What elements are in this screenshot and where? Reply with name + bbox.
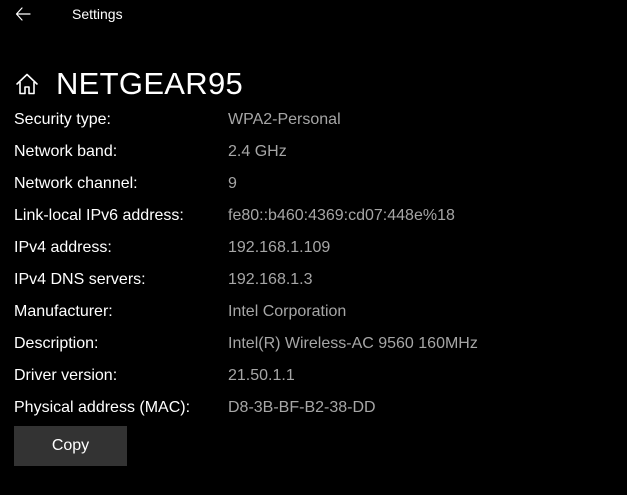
back-button[interactable] [8, 1, 38, 27]
property-label: Manufacturer: [14, 303, 113, 320]
property-value: 192.168.1.3 [228, 271, 313, 288]
property-value: D8-3B-BF-B2-38-DD [228, 399, 376, 416]
property-row-driver-version: Driver version: 21.50.1.1 [14, 360, 614, 392]
property-label: Description: [14, 335, 99, 352]
property-row-description: Description: Intel(R) Wireless-AC 9560 1… [14, 328, 614, 360]
property-row-physical-address: Physical address (MAC): D8-3B-BF-B2-38-D… [14, 392, 614, 424]
property-value: Intel Corporation [228, 303, 347, 320]
property-row-ipv4-address: IPv4 address: 192.168.1.109 [14, 232, 614, 264]
property-label: Network band: [14, 143, 118, 160]
property-label: Physical address (MAC): [14, 399, 191, 416]
property-value: WPA2-Personal [228, 111, 341, 128]
property-label: IPv4 DNS servers: [14, 271, 146, 288]
copy-button[interactable]: Copy [14, 426, 127, 466]
property-label: Link-local IPv6 address: [14, 207, 184, 224]
property-row-network-channel: Network channel: 9 [14, 168, 614, 200]
property-row-ipv6-address: Link-local IPv6 address: fe80::b460:4369… [14, 200, 614, 232]
property-value: 21.50.1.1 [228, 367, 295, 384]
home-icon [14, 71, 40, 97]
property-value: 9 [228, 175, 237, 192]
property-label: Driver version: [14, 367, 118, 384]
property-label: Security type: [14, 111, 111, 128]
network-properties-list: Security type: WPA2-Personal Network ban… [14, 104, 614, 424]
property-value: Intel(R) Wireless-AC 9560 160MHz [228, 335, 478, 352]
title-bar: Settings [0, 0, 627, 30]
property-label: IPv4 address: [14, 239, 112, 256]
property-value: 192.168.1.109 [228, 239, 331, 256]
property-value: 2.4 GHz [228, 143, 287, 160]
page-title: NETGEAR95 [56, 66, 244, 101]
property-row-manufacturer: Manufacturer: Intel Corporation [14, 296, 614, 328]
property-row-ipv4-dns: IPv4 DNS servers: 192.168.1.3 [14, 264, 614, 296]
property-row-security-type: Security type: WPA2-Personal [14, 104, 614, 136]
property-label: Network channel: [14, 175, 138, 192]
back-arrow-icon [15, 7, 31, 21]
property-row-network-band: Network band: 2.4 GHz [14, 136, 614, 168]
app-title: Settings [72, 6, 123, 22]
page-header: NETGEAR95 [14, 64, 243, 104]
property-value: fe80::b460:4369:cd07:448e%18 [228, 207, 455, 224]
